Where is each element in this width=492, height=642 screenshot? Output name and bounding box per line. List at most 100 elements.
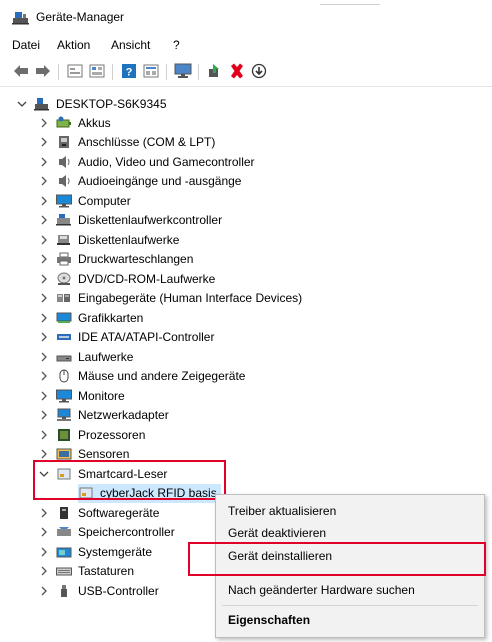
back-icon[interactable]	[12, 62, 30, 80]
chevron-right-icon[interactable]	[38, 409, 50, 421]
chevron-right-icon[interactable]	[38, 273, 50, 285]
floppy-controller-icon	[56, 213, 72, 227]
chevron-right-icon[interactable]	[38, 370, 50, 382]
enable-device-icon[interactable]	[206, 62, 224, 80]
chevron-right-icon[interactable]	[38, 331, 50, 343]
chevron-right-icon[interactable]	[38, 136, 50, 148]
tree-item-label: Anschlüsse (COM & LPT)	[78, 135, 216, 149]
tree-category[interactable]: Netzwerkadapter	[38, 406, 169, 425]
tree-category[interactable]: Akkus	[38, 113, 111, 132]
chevron-down-icon[interactable]	[38, 468, 50, 480]
menu-ansicht[interactable]: Ansicht	[111, 38, 150, 52]
chevron-right-icon[interactable]	[38, 156, 50, 168]
menu-datei[interactable]: Datei	[12, 38, 40, 52]
menu-aktion[interactable]: Aktion	[57, 38, 90, 52]
chevron-right-icon[interactable]	[38, 234, 50, 246]
chevron-right-icon[interactable]	[38, 292, 50, 304]
tree-category[interactable]: Diskettenlaufwerkcontroller	[38, 211, 222, 230]
tree-category[interactable]: Diskettenlaufwerke	[38, 230, 179, 249]
tree-root[interactable]: DESKTOP-S6K9345	[16, 94, 167, 113]
chevron-right-icon[interactable]	[38, 565, 50, 577]
tree-item-label: Monitore	[78, 388, 125, 403]
cpu-icon	[56, 428, 72, 442]
toolbar-separator	[58, 64, 59, 80]
tree-item-label: Netzwerkadapter	[78, 408, 169, 422]
tree-item-label: Audioeingänge und -ausgänge	[78, 174, 242, 188]
tree-item-label: IDE ATA/ATAPI-Controller	[78, 330, 215, 344]
tree-category[interactable]: DVD/CD-ROM-Laufwerke	[38, 269, 215, 288]
device-view-icon[interactable]	[142, 62, 160, 80]
menu-item-scan-hardware[interactable]: Nach geänderter Hardware suchen	[216, 579, 484, 601]
tree-category[interactable]: Tastaturen	[38, 562, 134, 581]
chevron-right-icon[interactable]	[38, 351, 50, 363]
tree-category[interactable]: Eingabegeräte (Human Interface Devices)	[38, 289, 302, 308]
chevron-right-icon[interactable]	[38, 448, 50, 460]
help-icon[interactable]: ?	[120, 62, 138, 80]
tree-category[interactable]: Audio, Video und Gamecontroller	[38, 152, 255, 171]
tree-category[interactable]: Systemgeräte	[38, 542, 152, 561]
menu-help[interactable]: ?	[173, 38, 180, 52]
tree-category[interactable]: Smartcard-Leser	[38, 464, 167, 483]
monitor-icon[interactable]	[174, 62, 192, 80]
menu-item-label: Eigenschaften	[228, 613, 311, 627]
chevron-right-icon[interactable]	[38, 175, 50, 187]
chevron-right-icon[interactable]	[38, 429, 50, 441]
chevron-right-icon[interactable]	[38, 526, 50, 538]
tree-category[interactable]: Laufwerke	[38, 347, 133, 366]
forward-icon[interactable]	[34, 62, 52, 80]
tree-category[interactable]: IDE ATA/ATAPI-Controller	[38, 328, 214, 347]
chevron-right-icon[interactable]	[38, 507, 50, 519]
tree-category[interactable]: Monitore	[38, 386, 125, 405]
tree-category[interactable]: Druckwarteschlangen	[38, 250, 193, 269]
speaker-icon	[56, 155, 72, 169]
toolbar: ?	[0, 58, 492, 87]
chevron-right-icon[interactable]	[38, 214, 50, 226]
update-driver-icon[interactable]	[250, 62, 268, 80]
chevron-right-icon[interactable]	[38, 546, 50, 558]
tree-category[interactable]: Anschlüsse (COM & LPT)	[38, 133, 215, 152]
divider	[320, 4, 380, 5]
tree-category[interactable]: Speichercontroller	[38, 523, 175, 542]
menu-item-properties[interactable]: Eigenschaften	[216, 609, 484, 631]
properties-icon[interactable]	[66, 62, 84, 80]
tree-category[interactable]: Sensoren	[38, 445, 129, 464]
tree-item-label: Diskettenlaufwerke	[78, 232, 180, 247]
menu-separator	[222, 574, 478, 575]
mouse-icon	[56, 369, 72, 383]
drive-icon	[56, 350, 72, 364]
tree-category[interactable]: Prozessoren	[38, 425, 145, 444]
disc-icon	[56, 272, 72, 286]
device-manager-icon	[12, 9, 30, 25]
chevron-right-icon[interactable]	[38, 390, 50, 402]
tree-child-item[interactable]: cyberJack RFID basis	[78, 483, 221, 503]
toolbar-separator	[112, 64, 113, 80]
tree-category[interactable]: Audioeingänge und -ausgänge	[38, 172, 241, 191]
chevron-right-icon[interactable]	[38, 117, 50, 129]
tree-category[interactable]: Softwaregeräte	[38, 503, 159, 522]
tree-item-label: Eingabegeräte (Human Interface Devices)	[78, 291, 303, 305]
chevron-right-icon[interactable]	[38, 312, 50, 324]
system-icon	[56, 545, 72, 559]
chevron-right-icon[interactable]	[38, 585, 50, 597]
computer-network-icon	[34, 97, 50, 111]
chevron-down-icon[interactable]	[16, 98, 28, 110]
grid-icon[interactable]	[88, 62, 106, 80]
tree-item-label: Diskettenlaufwerkcontroller	[78, 213, 223, 227]
menu-item-uninstall-device[interactable]: Gerät deinstallieren	[216, 545, 484, 567]
tree-category[interactable]: Computer	[38, 191, 131, 210]
menu-item-update-driver[interactable]: Treiber aktualisieren	[216, 500, 484, 522]
hid-icon	[56, 291, 72, 305]
tree-category[interactable]: Mäuse und andere Zeigegeräte	[38, 367, 245, 386]
tree-item-label: Smartcard-Leser	[78, 466, 168, 481]
chevron-right-icon[interactable]	[38, 195, 50, 207]
menu-item-label: Gerät deaktivieren	[228, 526, 327, 540]
uninstall-icon[interactable]	[228, 62, 246, 80]
chevron-right-icon[interactable]	[38, 253, 50, 265]
tree-item-label: Mäuse und andere Zeigegeräte	[78, 369, 246, 383]
menu-item-disable-device[interactable]: Gerät deaktivieren	[216, 522, 484, 544]
tree-category[interactable]: USB-Controller	[38, 581, 159, 600]
toolbar-separator	[198, 64, 199, 80]
tree-item-label: cyberJack RFID basis	[100, 486, 217, 500]
printer-icon	[56, 252, 72, 266]
tree-category[interactable]: Grafikkarten	[38, 308, 143, 327]
